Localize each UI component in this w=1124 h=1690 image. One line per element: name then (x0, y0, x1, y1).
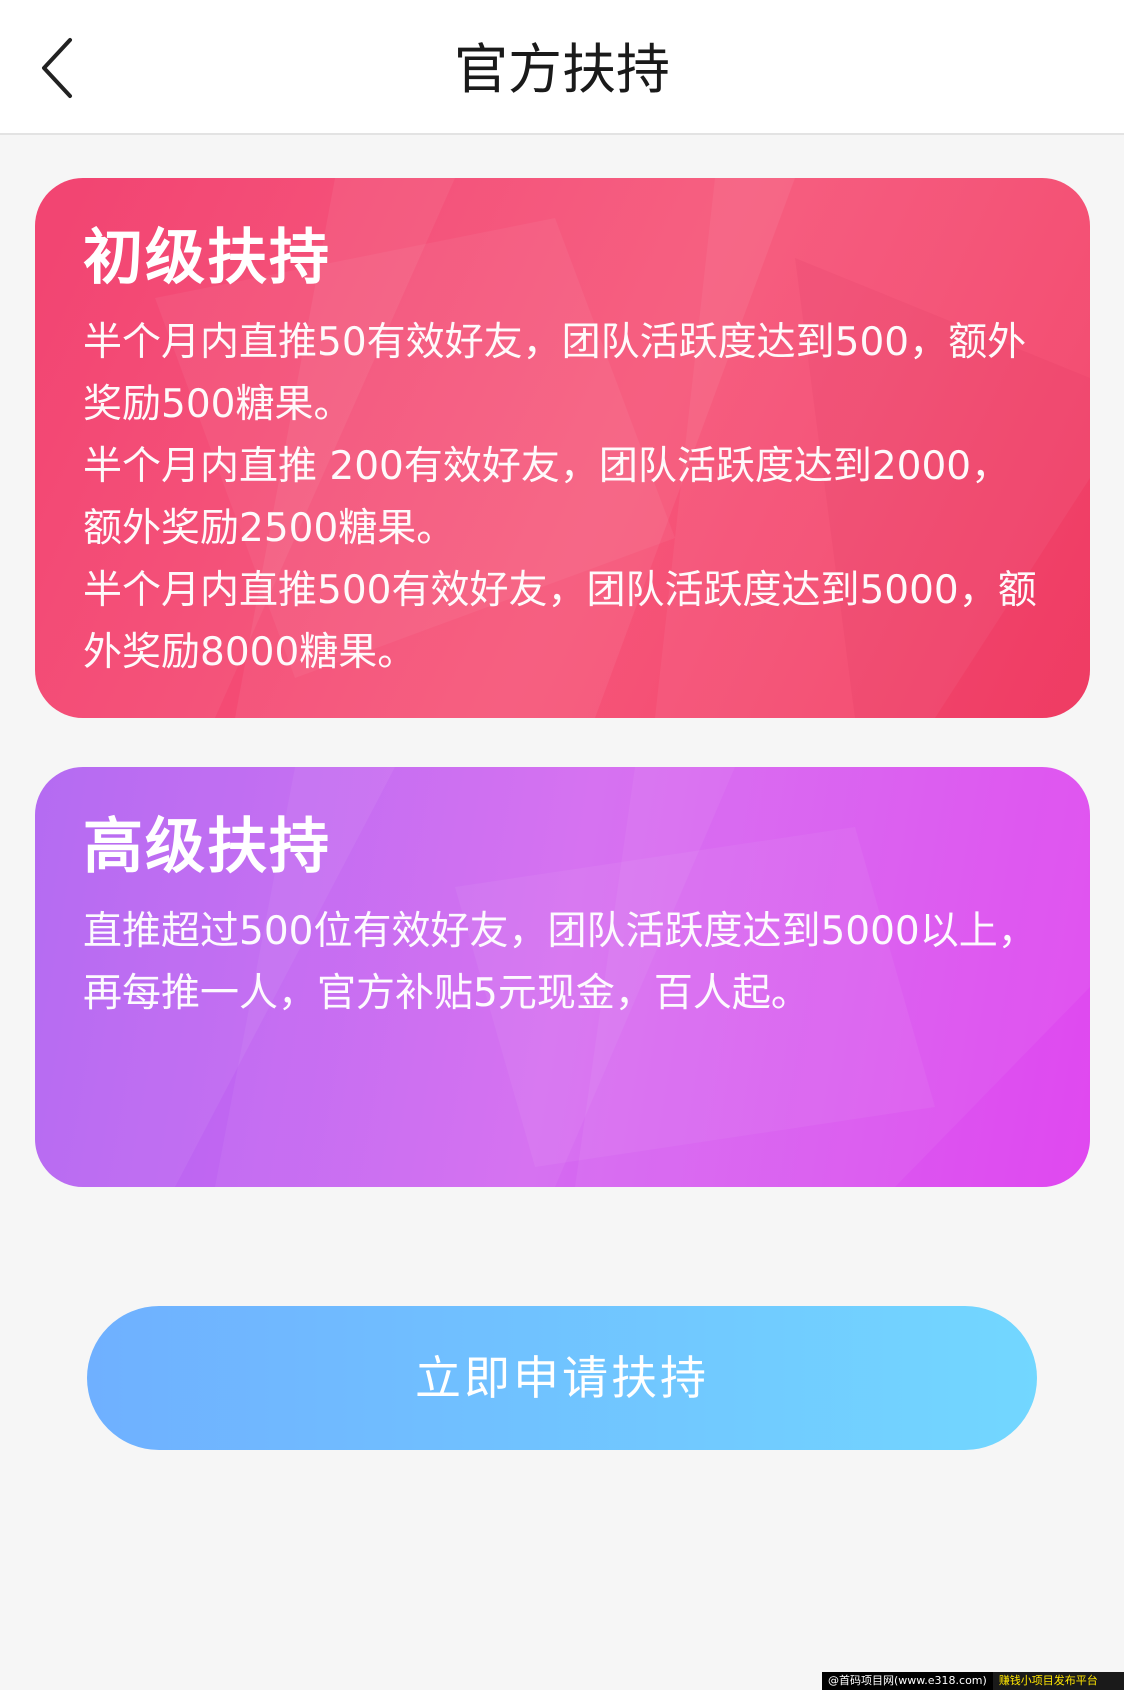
apply-support-button[interactable]: 立即申请扶持 (87, 1306, 1037, 1450)
card-description-line: 半个月内直推500有效好友，团队活跃度达到5000，额外奖励8000糖果。 (83, 568, 1037, 675)
card-description-line: 直推超过500位有效好友，团队活跃度达到5000以上，再每推一人，官方补贴5元现… (83, 909, 1037, 1016)
card-description-line: 半个月内直推 200有效好友，团队活跃度达到2000，额外奖励2500糖果。 (83, 444, 1011, 551)
top-bar: 官方扶持 (0, 0, 1124, 135)
card-description-line: 半个月内直推50有效好友，团队活跃度达到500，额外奖励500糖果。 (83, 320, 1027, 427)
page-title: 官方扶持 (454, 38, 670, 101)
advanced-support-card: 高级扶持 直推超过500位有效好友，团队活跃度达到5000以上，再每推一人，官方… (35, 767, 1090, 1187)
watermark: @首码项目网(www.e318.com) 赚钱小项目发布平台 (822, 1672, 1124, 1690)
card-title: 高级扶持 (83, 812, 331, 882)
card-title: 初级扶持 (83, 223, 331, 293)
watermark-slogan: 赚钱小项目发布平台 (992, 1672, 1124, 1690)
basic-support-card: 初级扶持 半个月内直推50有效好友，团队活跃度达到500，额外奖励500糖果。 … (35, 178, 1090, 718)
watermark-site: @首码项目网(www.e318.com) (822, 1672, 993, 1690)
